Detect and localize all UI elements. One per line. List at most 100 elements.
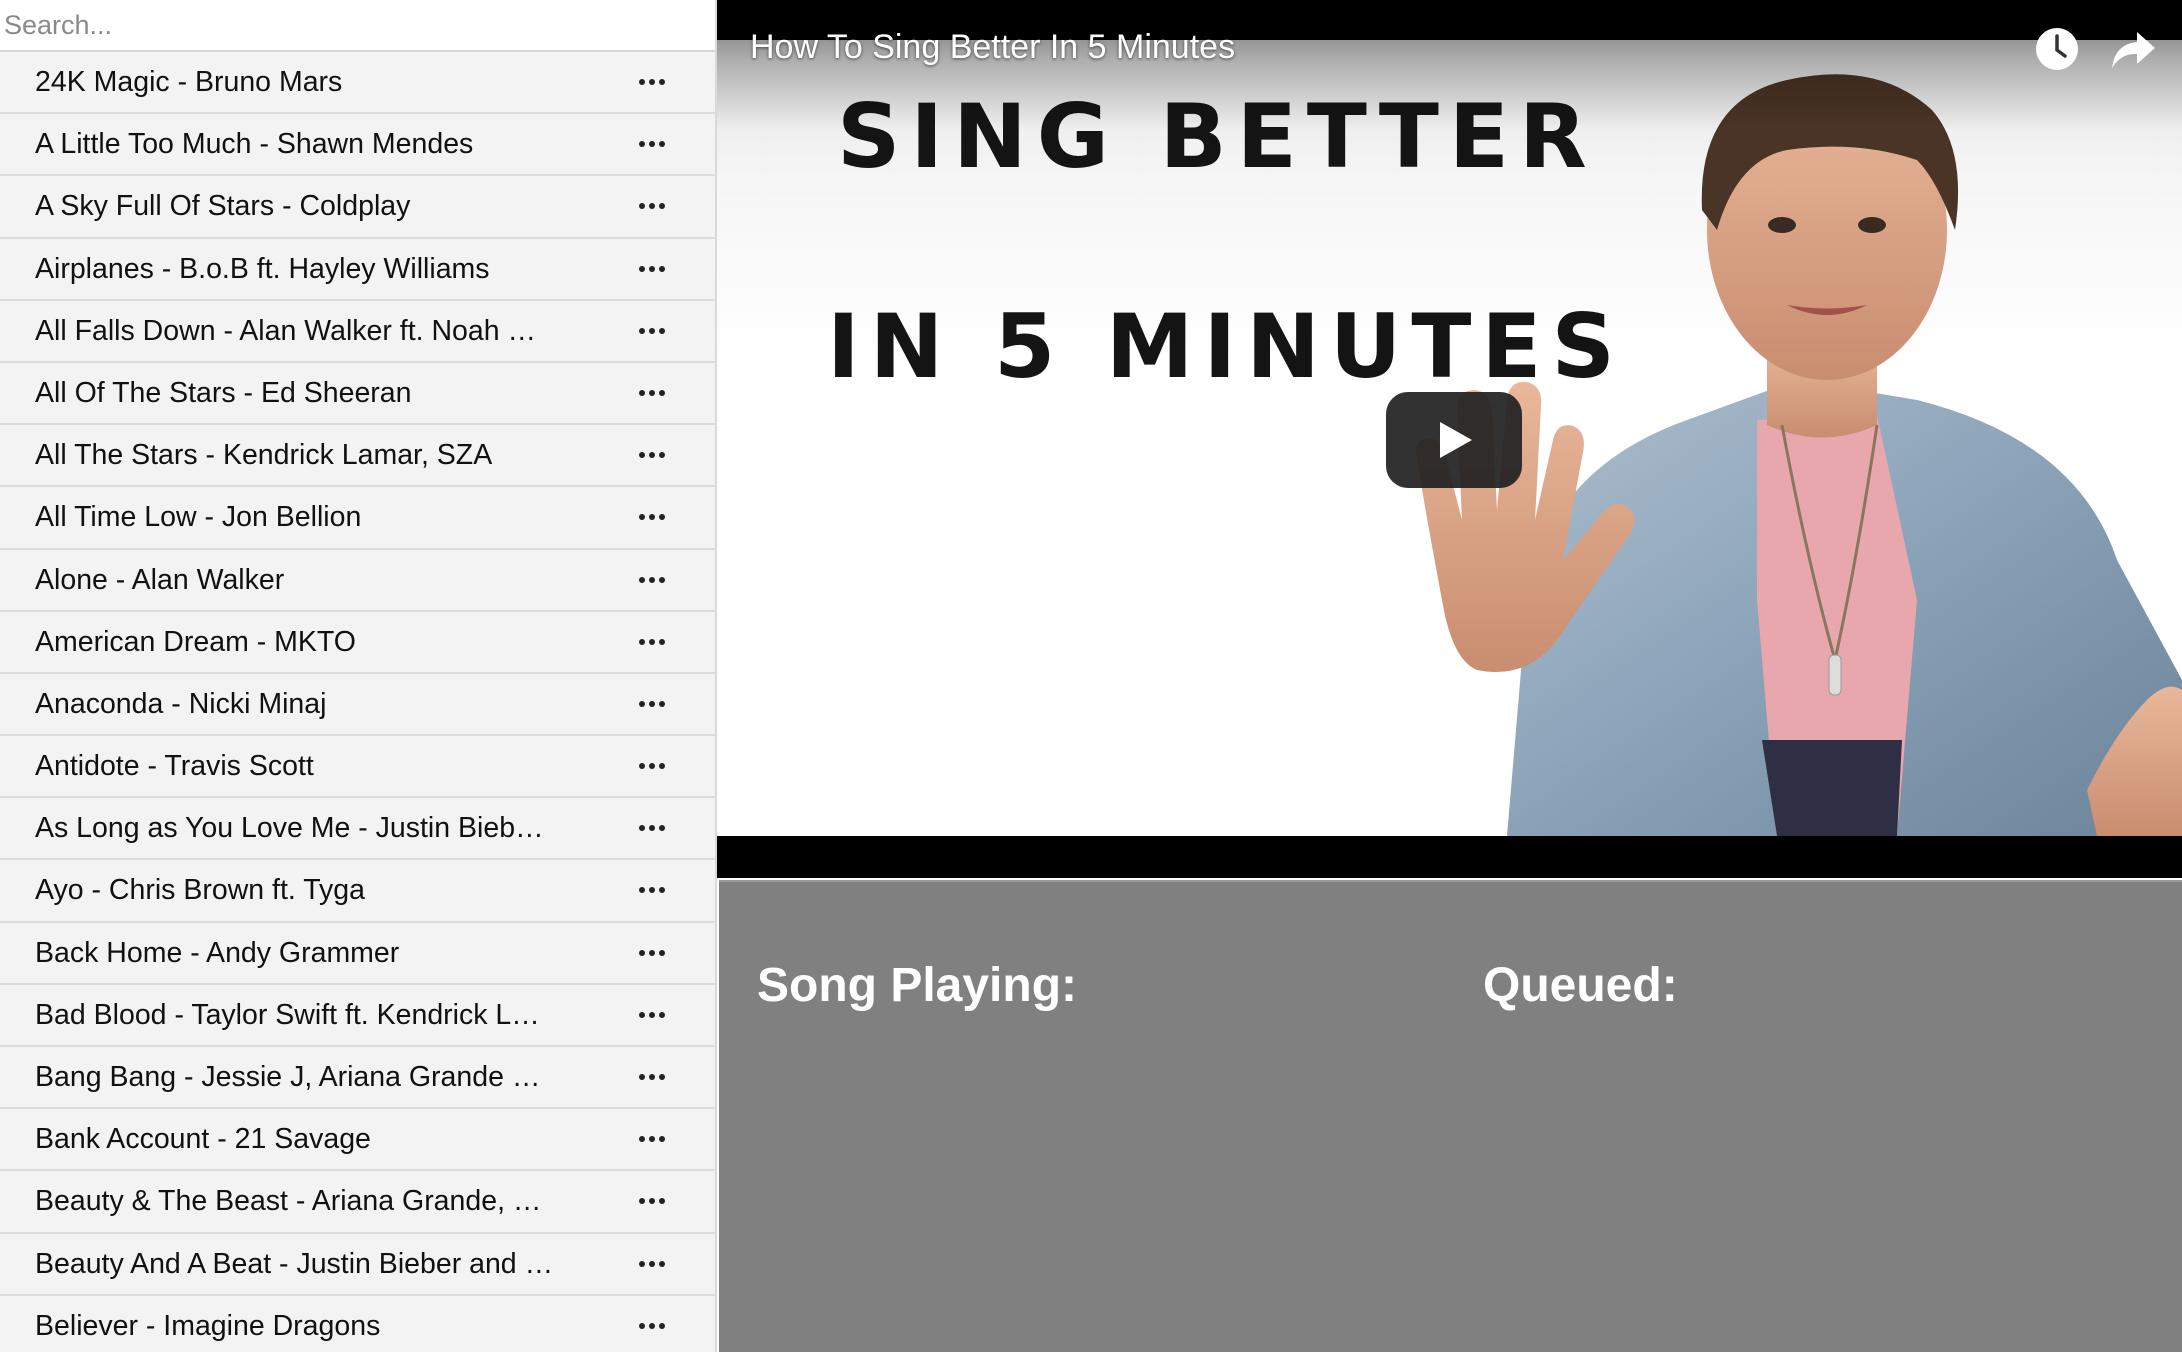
menu-dot xyxy=(639,1074,645,1080)
more-options-icon[interactable] xyxy=(628,612,676,672)
more-options-icon[interactable] xyxy=(628,860,676,920)
menu-dot xyxy=(659,389,665,396)
menu-dot xyxy=(659,203,665,210)
menu-dot xyxy=(659,79,665,85)
song-title: Alone - Alan Walker xyxy=(35,563,285,596)
menu-dot xyxy=(659,1322,665,1329)
menu-dot xyxy=(639,887,645,894)
song-row[interactable]: Antidote - Travis Scott xyxy=(0,736,715,799)
menu-dot xyxy=(639,327,645,334)
video-title[interactable]: How To Sing Better In 5 Minutes xyxy=(750,28,1235,67)
menu-dot xyxy=(649,327,655,334)
more-options-icon[interactable] xyxy=(628,1171,676,1231)
menu-dot xyxy=(659,514,665,521)
song-row[interactable]: All Falls Down - Alan Walker ft. Noah Cy… xyxy=(0,300,715,363)
menu-dot xyxy=(659,1011,665,1018)
menu-dot xyxy=(639,452,645,459)
share-arrow-icon[interactable] xyxy=(2109,28,2157,72)
more-options-icon[interactable] xyxy=(628,674,676,734)
song-row[interactable]: All The Stars - Kendrick Lamar, SZA xyxy=(0,425,715,488)
more-options-icon[interactable] xyxy=(628,487,676,547)
more-options-icon[interactable] xyxy=(628,923,676,983)
song-row[interactable]: As Long as You Love Me - Justin Bieber f… xyxy=(0,798,715,861)
more-options-icon[interactable] xyxy=(628,301,676,361)
menu-dot xyxy=(639,1260,645,1267)
more-options-icon[interactable] xyxy=(628,736,676,796)
menu-dot xyxy=(659,265,665,272)
menu-dot xyxy=(659,700,665,707)
song-row[interactable]: Bang Bang - Jessie J, Ariana Grande and … xyxy=(0,1047,715,1110)
menu-dot xyxy=(659,1136,665,1143)
menu-dot xyxy=(659,327,665,334)
menu-dot xyxy=(649,1198,655,1205)
menu-dot xyxy=(639,825,645,832)
song-title: Beauty & The Beast - Ariana Grande, John… xyxy=(35,1185,555,1218)
more-options-icon[interactable] xyxy=(628,176,676,236)
menu-dot xyxy=(639,576,645,583)
menu-dot xyxy=(649,825,655,832)
menu-dot xyxy=(639,265,645,272)
menu-dot xyxy=(649,1322,655,1329)
song-title: Ayo - Chris Brown ft. Tyga xyxy=(35,874,365,907)
more-options-icon[interactable] xyxy=(628,985,676,1045)
song-row[interactable]: Back Home - Andy Grammer xyxy=(0,922,715,985)
menu-dot xyxy=(649,1136,655,1143)
song-row[interactable]: American Dream - MKTO xyxy=(0,611,715,674)
song-row[interactable]: All Of The Stars - Ed Sheeran xyxy=(0,362,715,426)
more-options-icon[interactable] xyxy=(628,425,676,485)
menu-dot xyxy=(639,763,645,770)
song-sidebar: 24K Magic - Bruno Mars A Little Too Much … xyxy=(0,0,717,1352)
song-row[interactable]: A Little Too Much - Shawn Mendes xyxy=(0,114,715,177)
menu-dot xyxy=(639,1011,645,1018)
more-options-icon[interactable] xyxy=(628,1234,676,1294)
more-options-icon[interactable] xyxy=(628,1047,676,1107)
video-player[interactable]: SING BETTER IN 5 MINUTES How To Sing Bet… xyxy=(717,0,2182,878)
queued-heading: Queued: xyxy=(1483,959,1678,1012)
song-title: Bad Blood - Taylor Swift ft. Kendrick La… xyxy=(35,998,555,1031)
song-row[interactable]: Alone - Alan Walker xyxy=(0,549,715,612)
song-row[interactable]: Ayo - Chris Brown ft. Tyga xyxy=(0,860,715,923)
song-title: Beauty And A Beat - Justin Bieber and Ni… xyxy=(35,1247,555,1280)
play-button-icon[interactable] xyxy=(1386,392,1522,488)
more-options-icon[interactable] xyxy=(628,1109,676,1169)
song-row[interactable]: Believer - Imagine Dragons xyxy=(0,1295,715,1352)
song-row[interactable]: Bank Account - 21 Savage xyxy=(0,1109,715,1172)
song-playing-heading: Song Playing: xyxy=(757,959,1078,1012)
song-row[interactable]: All Time Low - Jon Bellion xyxy=(0,487,715,550)
menu-dot xyxy=(649,79,655,85)
menu-dot xyxy=(639,1322,645,1329)
menu-dot xyxy=(649,638,655,645)
song-row[interactable]: Bad Blood - Taylor Swift ft. Kendrick La… xyxy=(0,984,715,1047)
song-title: All Of The Stars - Ed Sheeran xyxy=(35,376,412,409)
menu-dot xyxy=(649,1074,655,1080)
more-options-icon[interactable] xyxy=(628,239,676,299)
menu-dot xyxy=(659,887,665,894)
song-row[interactable]: Airplanes - B.o.B ft. Hayley Williams xyxy=(0,238,715,301)
song-row[interactable]: Beauty And A Beat - Justin Bieber and Ni… xyxy=(0,1233,715,1296)
song-title: American Dream - MKTO xyxy=(35,625,356,658)
song-row[interactable]: A Sky Full Of Stars - Coldplay xyxy=(0,176,715,239)
more-options-icon[interactable] xyxy=(628,1296,676,1352)
song-title: A Little Too Much - Shawn Mendes xyxy=(35,128,474,161)
menu-dot xyxy=(659,825,665,832)
more-options-icon[interactable] xyxy=(628,550,676,610)
more-options-icon[interactable] xyxy=(628,52,676,112)
more-options-icon[interactable] xyxy=(628,114,676,174)
menu-dot xyxy=(639,203,645,210)
song-row[interactable]: Beauty & The Beast - Ariana Grande, John… xyxy=(0,1171,715,1234)
song-title: Believer - Imagine Dragons xyxy=(35,1309,381,1342)
menu-dot xyxy=(649,265,655,272)
song-row[interactable]: Anaconda - Nicki Minaj xyxy=(0,673,715,737)
more-options-icon[interactable] xyxy=(628,363,676,423)
menu-dot xyxy=(639,1198,645,1205)
more-options-icon[interactable] xyxy=(628,798,676,858)
search-input[interactable] xyxy=(0,0,715,52)
song-title: Antidote - Travis Scott xyxy=(35,750,314,783)
song-title: Anaconda - Nicki Minaj xyxy=(35,687,327,720)
song-row[interactable]: 24K Magic - Bruno Mars xyxy=(0,52,715,115)
menu-dot xyxy=(649,452,655,459)
clock-icon[interactable] xyxy=(2034,26,2080,72)
menu-dot xyxy=(639,514,645,521)
menu-dot xyxy=(649,514,655,521)
menu-dot xyxy=(639,949,645,956)
